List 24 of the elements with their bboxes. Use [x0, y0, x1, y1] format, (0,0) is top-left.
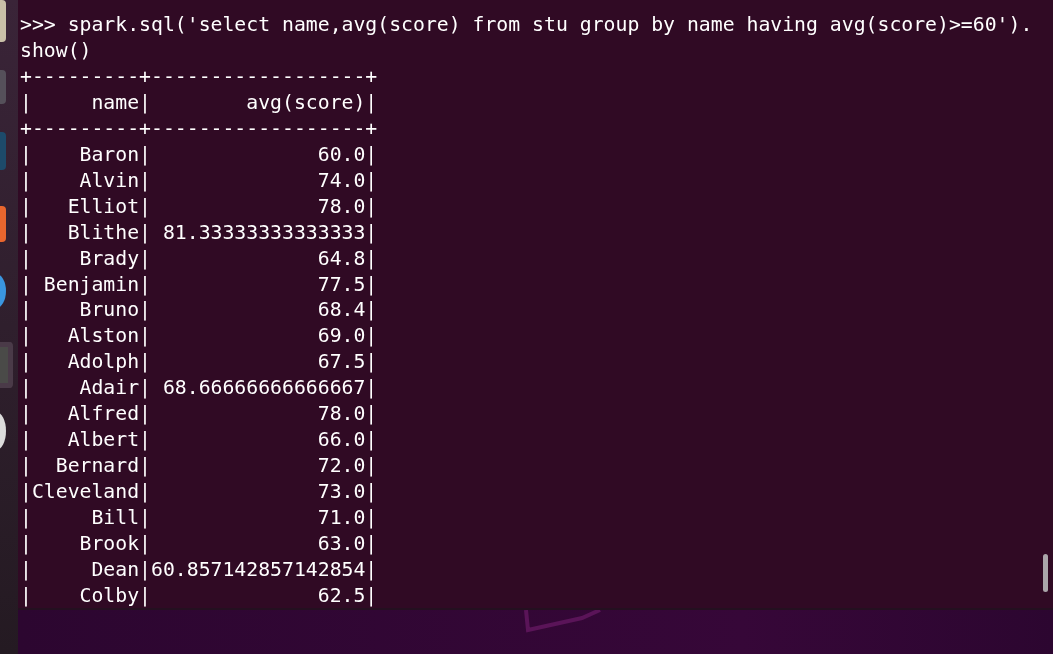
terminal-line: | Adolph| 67.5| — [20, 349, 378, 376]
terminal-line: | Blithe| 81.33333333333333| — [20, 219, 378, 246]
terminal-line: | Bruno| 68.4| — [20, 297, 378, 324]
terminal-line: +---------+------------------+ — [20, 63, 378, 90]
terminal-line: +---------+------------------+ — [20, 115, 378, 142]
terminal-line: | name| avg(score)| — [20, 89, 378, 116]
terminal-line: | Alfred| 78.0| — [20, 401, 378, 428]
terminal-line: | Colby| 62.5| — [20, 582, 378, 609]
terminal-line: | Albert| 66.0| — [20, 427, 378, 454]
terminal-line: show() — [20, 37, 92, 64]
terminal-line: |Cleveland| 73.0| — [20, 479, 378, 506]
terminal-line: >>> spark.sql('select name,avg(score) from stu group by name having avg(score)>=60'). — [20, 12, 1033, 38]
terminal-line: | Dean|60.857142857142854| — [20, 557, 378, 583]
terminal-line: | Bill| 71.0| — [20, 505, 378, 532]
terminal-line: | Benjamin| 77.5| — [20, 271, 378, 298]
terminal-line: | Baron| 60.0| — [20, 141, 378, 168]
terminal-line: | Bernard| 72.0| — [20, 453, 378, 480]
scrollbar-thumb[interactable] — [1043, 554, 1048, 592]
terminal-line: | Alston| 69.0| — [20, 323, 378, 350]
terminal-line: | Adair| 68.66666666666667| — [20, 375, 378, 402]
terminal-line: | Brady| 64.8| — [20, 245, 378, 272]
terminal-line: | Alvin| 74.0| — [20, 167, 378, 194]
terminal-line: | Elliot| 78.0| — [20, 193, 378, 220]
terminal-line: | Brook| 63.0| — [20, 531, 378, 557]
